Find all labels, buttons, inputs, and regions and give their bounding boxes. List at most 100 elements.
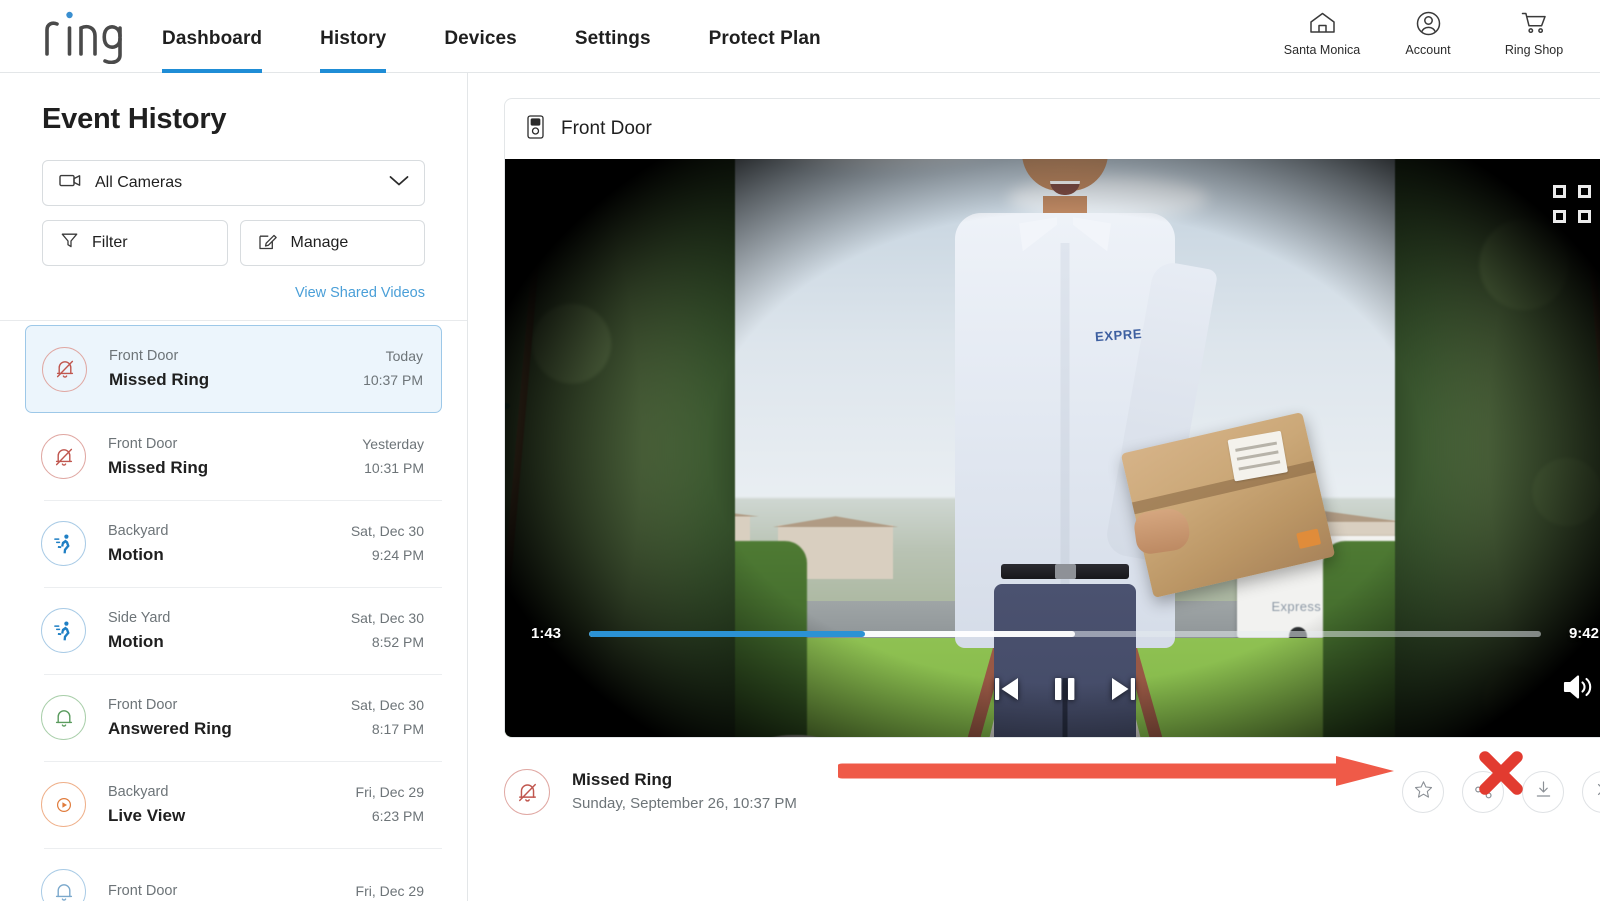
download-button[interactable] (1522, 771, 1564, 813)
event-time: 8:52 PM (371, 633, 424, 650)
event-camera: Front Door (109, 348, 179, 364)
duration-label: 9:42 (1568, 625, 1599, 642)
shared-videos-row: View Shared Videos (42, 284, 425, 302)
event-info: Front Door Missed Ring (109, 346, 363, 392)
nav-history[interactable]: History (320, 0, 387, 73)
nav-settings[interactable]: Settings (575, 0, 651, 73)
event-type: Live View (108, 805, 186, 825)
event-date: Fri, Dec 29 (355, 882, 424, 899)
location-selector[interactable]: Santa Monica (1284, 8, 1360, 57)
view-shared-videos-link[interactable]: View Shared Videos (295, 285, 425, 301)
event-list-item[interactable]: Backyard Motion Sat, Dec 30 9:24 PM (25, 500, 442, 587)
event-meta: Fri, Dec 29 (356, 881, 424, 901)
event-camera: Side Yard (108, 609, 171, 626)
favorite-button[interactable] (1402, 771, 1444, 813)
player-controls (990, 672, 1140, 711)
nav-dashboard[interactable]: Dashboard (162, 0, 263, 73)
event-list-item[interactable]: Front Door Missed Ring Today 10:37 PM (25, 325, 442, 413)
sidebar-header: Event History All Cameras Filter Manage … (0, 73, 467, 321)
top-navigation-bar: Dashboard History Devices Settings Prote… (0, 0, 1600, 73)
nav-protect-plan-label: Protect Plan (708, 27, 821, 49)
skip-back-icon[interactable] (990, 672, 1024, 711)
event-camera: Backyard (108, 783, 169, 800)
share-button[interactable] (1462, 771, 1504, 813)
shop-label: Ring Shop (1504, 43, 1564, 57)
fullscreen-icon[interactable] (1553, 185, 1591, 223)
motion-icon (41, 521, 86, 566)
camera-filter-select[interactable]: All Cameras (42, 160, 425, 206)
main-content: Front Door Express EXPRESS 1:43 9:42 Mis… (469, 73, 1600, 901)
video-progress-row: 1:43 9:42 (505, 625, 1600, 642)
event-detail-text: Missed Ring Sunday, September 26, 10:37 … (572, 769, 797, 815)
event-time: 6:23 PM (371, 807, 424, 824)
event-list[interactable]: Front Door Missed Ring Today 10:37 PM Fr… (0, 325, 467, 901)
doorbell-icon (527, 114, 544, 144)
event-time: 8:17 PM (371, 720, 424, 737)
nav-history-label: History (320, 27, 387, 49)
nav-settings-label: Settings (574, 27, 651, 49)
nav-protect-plan[interactable]: Protect Plan (709, 0, 821, 73)
event-history-sidebar: Event History All Cameras Filter Manage … (0, 73, 468, 901)
sidebar-button-row: Filter Manage (42, 220, 425, 266)
video-scrubber[interactable] (589, 630, 1541, 637)
bell-slash-icon (504, 769, 550, 815)
video-card-header: Front Door (505, 99, 1600, 159)
video-player[interactable]: Express EXPRESS 1:43 9:42 (505, 159, 1600, 737)
main-nav: Dashboard History Devices Settings Prote… (162, 0, 821, 73)
event-list-item[interactable]: Front Door Missed Ring Yesterday 10:31 P… (25, 413, 442, 500)
location-label: Santa Monica (1283, 43, 1361, 57)
bell-slash-icon (42, 346, 87, 392)
event-list-item[interactable]: Front Door Fri, Dec 29 (25, 848, 442, 901)
camera-filter-value: All Cameras (95, 174, 183, 191)
event-action-buttons (1402, 771, 1600, 813)
event-info: Front Door (108, 881, 356, 901)
manage-button[interactable]: Manage (239, 220, 425, 266)
event-info: Front Door Answered Ring (108, 695, 351, 741)
event-camera: Front Door (108, 435, 178, 452)
cart-icon (1521, 8, 1548, 38)
account-menu[interactable]: Account (1390, 8, 1466, 57)
event-detail-subtitle: Sunday, September 26, 10:37 PM (572, 795, 797, 812)
event-camera: Front Door (108, 882, 178, 899)
event-type: Missed Ring (108, 457, 209, 477)
delete-button[interactable] (1582, 771, 1600, 813)
skip-forward-icon[interactable] (1106, 672, 1140, 711)
event-camera: Backyard (108, 522, 169, 539)
fisheye-view: Express EXPRESS (505, 159, 1600, 737)
video-frame: Express EXPRESS (505, 159, 1600, 737)
close-icon (1594, 780, 1600, 804)
event-time: 9:24 PM (371, 546, 424, 563)
event-type: Motion (108, 631, 164, 651)
event-type: Missed Ring (109, 370, 210, 389)
event-list-item[interactable]: Backyard Live View Fri, Dec 29 6:23 PM (25, 761, 442, 848)
ring-logo[interactable] (42, 6, 132, 66)
event-list-item[interactable]: Front Door Answered Ring Sat, Dec 30 8:1… (25, 674, 442, 761)
star-icon (1414, 780, 1433, 804)
ring-shop-link[interactable]: Ring Shop (1496, 8, 1572, 57)
event-date: Fri, Dec 29 (355, 783, 424, 800)
video-device-name: Front Door (561, 118, 652, 139)
event-meta: Fri, Dec 29 6:23 PM (356, 782, 424, 828)
nav-dashboard-label: Dashboard (162, 27, 263, 49)
header-actions: Santa Monica Account Ring Shop (1284, 8, 1572, 57)
bell-icon (41, 869, 86, 901)
van-label: Express (1271, 598, 1322, 614)
event-date: Yesterday (362, 435, 424, 452)
volume-icon[interactable] (1561, 672, 1595, 707)
pause-icon[interactable] (1050, 672, 1080, 711)
event-date: Today (385, 348, 423, 364)
page-title: Event History (42, 103, 227, 135)
nav-devices-label: Devices (444, 27, 517, 49)
share-icon (1474, 780, 1493, 804)
account-label: Account (1405, 43, 1451, 57)
nav-devices[interactable]: Devices (444, 0, 517, 73)
home-icon (1309, 8, 1336, 38)
event-list-item[interactable]: Side Yard Motion Sat, Dec 30 8:52 PM (25, 587, 442, 674)
play-circle-icon (41, 782, 86, 827)
event-meta: Sat, Dec 30 8:52 PM (351, 608, 424, 654)
bell-icon (41, 695, 86, 740)
olive-tree-right (1394, 159, 1600, 737)
camera-icon (59, 173, 81, 193)
filter-button[interactable]: Filter (42, 220, 228, 266)
event-camera: Front Door (108, 696, 178, 713)
